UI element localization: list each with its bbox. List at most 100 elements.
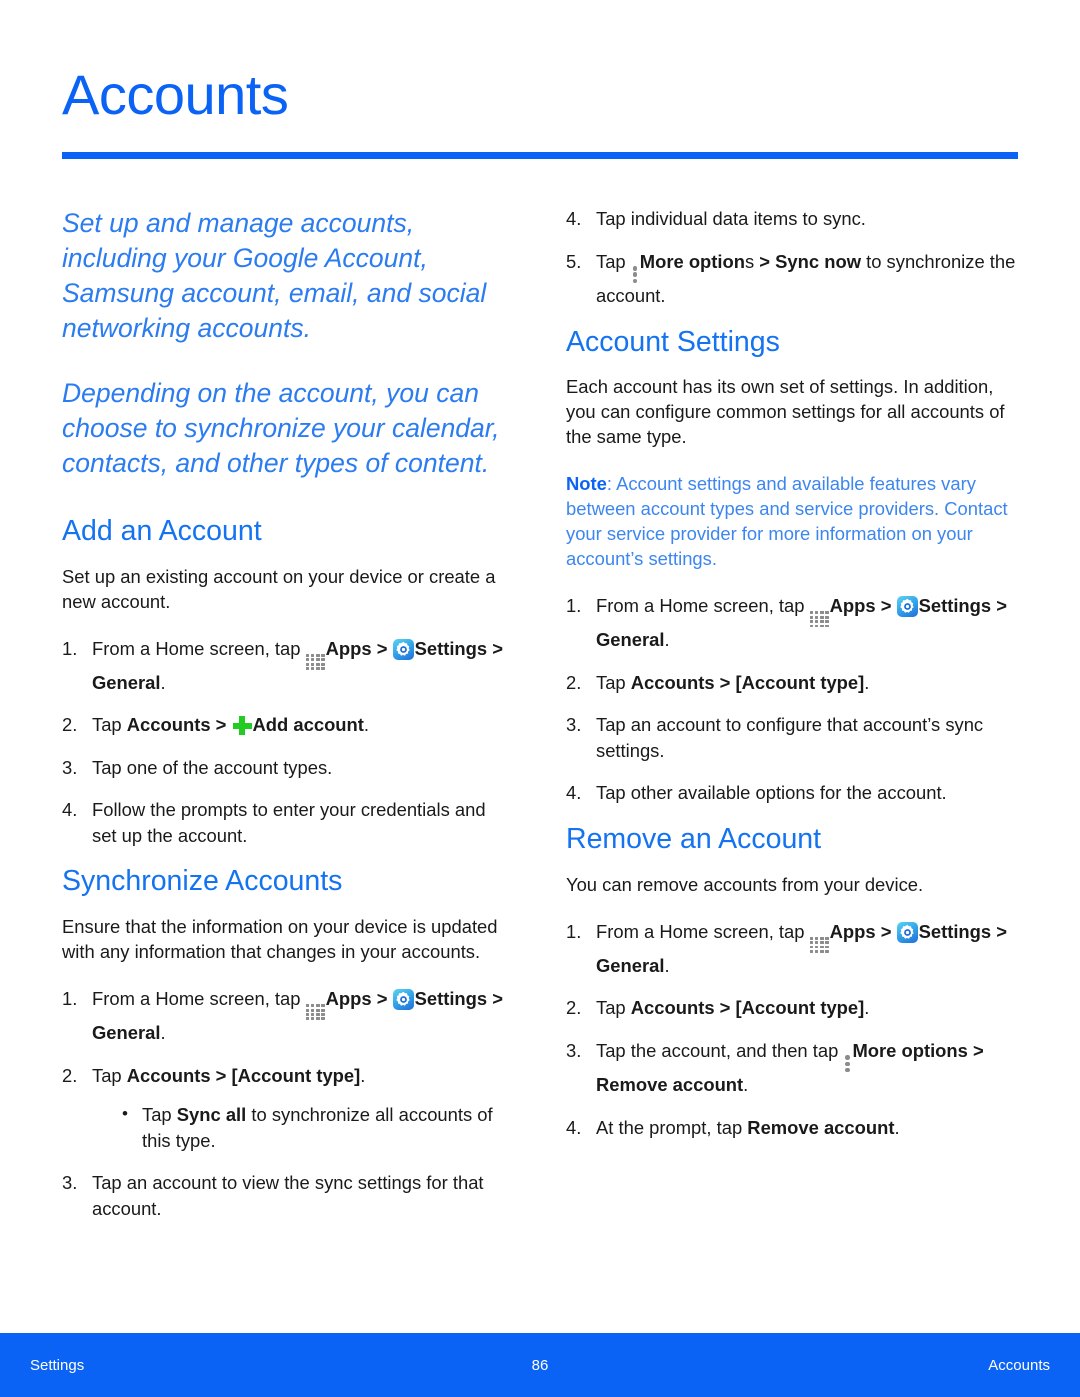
step-period: . (864, 997, 870, 1019)
accounts-label: Accounts (126, 714, 211, 736)
list-item: 2. Tap Accounts > [Account type]. • Tap … (62, 1063, 514, 1154)
more-options-label: More option (639, 250, 745, 272)
step-number: 3. (566, 1039, 582, 1061)
apps-grid-icon (809, 936, 829, 953)
separator: > (487, 988, 503, 1010)
step-number: 4. (566, 1116, 582, 1138)
general-label: General (92, 671, 161, 693)
synchronize-steps: 1. From a Home screen, tap Apps > Settin… (62, 986, 514, 1221)
remove-account-label: Remove account (596, 1074, 744, 1096)
settings-gear-icon (896, 921, 918, 943)
list-item: 3. Tap an account to configure that acco… (566, 712, 1018, 763)
step-text: At the prompt, tap (596, 1116, 748, 1138)
step-number: 2. (566, 997, 582, 1019)
step-text: From a Home screen, tap (92, 988, 306, 1010)
add-plus-icon (232, 716, 252, 736)
page-title: Accounts (62, 63, 289, 126)
more-options-tail: s (744, 250, 755, 272)
apps-label: Apps (829, 920, 876, 942)
synchronize-description: Ensure that the information on your devi… (62, 916, 498, 963)
step-text: Tap (596, 250, 631, 272)
step-text: Tap an account to configure that account… (596, 714, 984, 761)
account-settings-description: Each account has its own set of settings… (566, 376, 1005, 448)
note-label: Note (566, 473, 607, 495)
apps-grid-icon (809, 611, 829, 628)
step-number: 4. (62, 799, 78, 821)
note-text: : Account settings and available feature… (566, 473, 1008, 570)
page-footer: Settings 86 Accounts (0, 1333, 1080, 1397)
settings-gear-icon (896, 596, 918, 618)
accounts-label: Accounts (630, 671, 715, 693)
sync-now-label: Sync now (775, 250, 861, 272)
step-period: . (160, 671, 166, 693)
step-text: Tap (596, 671, 631, 693)
list-item: 3. Tap an account to view the sync setti… (62, 1170, 514, 1221)
separator: > (371, 988, 393, 1010)
step-number: 1. (62, 637, 78, 659)
list-item: 4. Follow the prompts to enter your cred… (62, 797, 514, 848)
list-item: 3. Tap one of the account types. (62, 755, 514, 781)
list-item: 1. From a Home screen, tap Apps > Settin… (566, 919, 1018, 979)
list-item: 4. At the prompt, tap Remove account. (566, 1115, 1018, 1141)
account-type-placeholder: [Account type] (735, 997, 865, 1019)
step-period: . (664, 954, 670, 976)
heading-synchronize-accounts: Synchronize Accounts (62, 865, 343, 898)
step-text: Tap an account to view the sync settings… (92, 1172, 484, 1219)
settings-label: Settings (414, 988, 488, 1010)
list-item: 1. From a Home screen, tap Apps > Settin… (62, 986, 514, 1046)
synchronize-steps-continued: 4. Tap individual data items to sync. 5.… (566, 206, 1018, 309)
more-options-icon (844, 1055, 850, 1073)
settings-gear-icon (392, 638, 414, 660)
heading-account-settings: Account Settings (566, 325, 780, 358)
separator: > (875, 920, 897, 942)
more-options-label: More options (852, 1039, 968, 1061)
intro-paragraph-2: Depending on the account, you can choose… (62, 378, 500, 478)
apps-label: Apps (829, 595, 876, 617)
footer-topic-label: Accounts (988, 1357, 1050, 1374)
step-number: 4. (566, 208, 582, 229)
heading-remove-an-account: Remove an Account (566, 822, 822, 855)
step-text: From a Home screen, tap (596, 920, 810, 942)
step-number: 4. (566, 782, 582, 804)
step-number: 3. (62, 1172, 78, 1194)
step-text: Tap other available options for the acco… (596, 782, 947, 804)
step-number: 1. (566, 920, 582, 942)
step-number: 2. (566, 671, 582, 693)
footer-page-number: 86 (531, 1357, 549, 1374)
list-item: 3. Tap the account, and then tap More op… (566, 1038, 1018, 1098)
accounts-label: Accounts (630, 997, 715, 1019)
step-period: . (363, 714, 370, 736)
separator: > (967, 1039, 984, 1061)
right-column: 4. Tap individual data items to sync. 5.… (566, 206, 1018, 1157)
step-period: . (360, 1064, 366, 1086)
list-item: 4. Tap individual data items to sync. (566, 206, 1018, 232)
step-period: . (894, 1116, 900, 1138)
list-item: 2. Tap Accounts > [Account type]. (566, 670, 1018, 696)
intro-paragraph-1: Set up and manage accounts, including yo… (62, 208, 487, 343)
step-number: 3. (62, 756, 78, 778)
step-text: Follow the prompts to enter your credent… (92, 799, 486, 846)
separator: > (875, 595, 897, 617)
step-number: 2. (62, 714, 78, 736)
account-settings-steps: 1. From a Home screen, tap Apps > Settin… (566, 593, 1018, 806)
remove-account-steps: 1. From a Home screen, tap Apps > Settin… (566, 919, 1018, 1141)
step-text: Tap individual data items to sync. (596, 208, 866, 229)
accounts-label: Accounts (126, 1064, 211, 1086)
list-item: 5. Tap More options > Sync now to synchr… (566, 249, 1018, 309)
list-item: 2. Tap Accounts > [Account type]. (566, 995, 1018, 1021)
synchronize-sub-bullets: • Tap Sync all to synchronize all accoun… (92, 1102, 514, 1153)
step-number: 5. (566, 250, 582, 272)
separator: > (210, 1064, 232, 1086)
general-label: General (596, 954, 665, 976)
step-period: . (864, 671, 870, 693)
step-number: 1. (566, 595, 582, 617)
step-number: 3. (566, 714, 582, 736)
step-text: Tap (92, 1064, 127, 1086)
more-options-icon (632, 266, 638, 283)
separator: > (991, 595, 1007, 617)
sync-all-label: Sync all (176, 1104, 247, 1126)
step-text: From a Home screen, tap (596, 595, 810, 617)
settings-label: Settings (414, 637, 488, 659)
separator: > (714, 671, 736, 693)
account-type-placeholder: [Account type] (735, 671, 865, 693)
